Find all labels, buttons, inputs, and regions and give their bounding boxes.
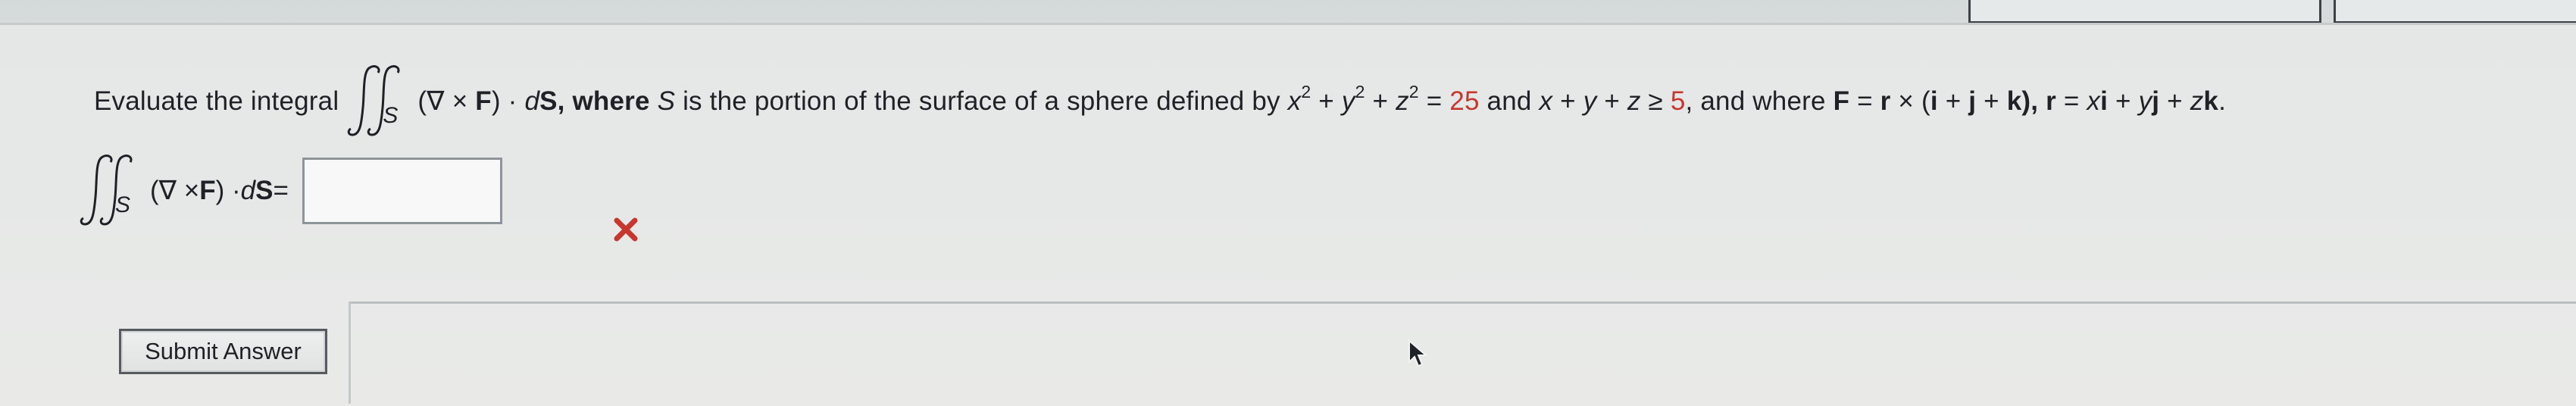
- plus-5: +: [1937, 86, 1969, 116]
- r-j: j: [2152, 86, 2160, 116]
- plus-2: +: [1365, 86, 1396, 116]
- integral-subscript: S: [383, 103, 399, 128]
- r-k: k: [2203, 86, 2219, 116]
- integrand-prefix: (∇ ×: [417, 86, 476, 116]
- var-x: x: [1287, 86, 1302, 116]
- double-integral-symbol: S: [346, 62, 413, 141]
- section-divider: [349, 301, 2576, 304]
- plane-rhs: 5: [1670, 86, 1686, 116]
- answer-integral-subscript: S: [115, 192, 131, 217]
- answer-prefix: (∇ ×: [150, 176, 200, 205]
- surface-description: is the portion of the surface of a spher…: [675, 86, 1288, 116]
- cross-open: × (: [1890, 86, 1930, 116]
- plus-1: +: [1311, 86, 1342, 116]
- submit-answer-button[interactable]: Submit Answer: [119, 329, 327, 374]
- geq-sign: ≥: [1640, 86, 1671, 116]
- answer-integral-symbol: S: [79, 151, 145, 230]
- answer-input[interactable]: [302, 158, 502, 224]
- f-def: F: [1833, 86, 1850, 116]
- exp-y: 2: [1355, 82, 1365, 102]
- section-divider-vertical: [349, 301, 351, 404]
- r-vector: r: [1880, 86, 1891, 116]
- unit-i: i: [1930, 86, 1938, 116]
- unit-j: j: [1968, 86, 1977, 116]
- exp-x: 2: [1301, 82, 1311, 102]
- integrand-dot: ) ·: [491, 86, 525, 116]
- r-i: i: [2100, 86, 2109, 116]
- answer-s: S: [255, 176, 274, 205]
- differential-d: d: [524, 86, 540, 116]
- exp-z: 2: [1408, 82, 1419, 102]
- plane-y: y: [1583, 86, 1597, 116]
- answer-row: S (∇ × F) · dS =: [79, 151, 502, 230]
- and-word: and: [1479, 86, 1540, 116]
- r-y: y: [2138, 86, 2152, 116]
- answer-mid: ) ·: [215, 176, 241, 205]
- equals-sign: =: [1418, 86, 1450, 116]
- mouse-pointer-icon: [1408, 339, 1427, 367]
- plus-3: +: [1552, 86, 1583, 116]
- var-z: z: [1396, 86, 1409, 116]
- plus-6: +: [1976, 86, 2007, 116]
- where-clause: , where: [557, 86, 658, 116]
- answer-f: F: [199, 176, 216, 205]
- question-expression: (∇ × F) · dS, where S is the portion of …: [417, 83, 2227, 117]
- r-x: x: [2087, 86, 2101, 116]
- plus-4: +: [1596, 86, 1627, 116]
- vector-s: S: [539, 86, 558, 116]
- question-lead: Evaluate the integral: [94, 86, 339, 116]
- unit-k: k: [2006, 86, 2022, 116]
- question-text: Evaluate the integral S (∇ × F) · dS, wh…: [94, 62, 2226, 141]
- vector-f: F: [475, 86, 492, 116]
- r-equals: =: [2055, 86, 2087, 116]
- period: .: [2218, 86, 2227, 116]
- plane-x: x: [1539, 86, 1553, 116]
- var-y: y: [1341, 86, 1355, 116]
- close-comma: ),: [2021, 86, 2046, 116]
- r-z: z: [2190, 86, 2204, 116]
- answer-equals: =: [273, 176, 289, 205]
- surface-var: S: [657, 86, 676, 116]
- top-tab-right[interactable]: [2334, 0, 2576, 23]
- radius-squared: 25: [1449, 86, 1480, 116]
- r-def: r: [2046, 86, 2056, 116]
- plus-7: +: [2108, 86, 2139, 116]
- plane-z: z: [1627, 86, 1641, 116]
- f-equals: =: [1849, 86, 1880, 116]
- and-where: , and where: [1685, 86, 1834, 116]
- plus-8: +: [2159, 86, 2190, 116]
- top-tab-left[interactable]: [1968, 0, 2321, 23]
- answer-d: d: [240, 176, 256, 205]
- x-mark-icon: [614, 217, 638, 242]
